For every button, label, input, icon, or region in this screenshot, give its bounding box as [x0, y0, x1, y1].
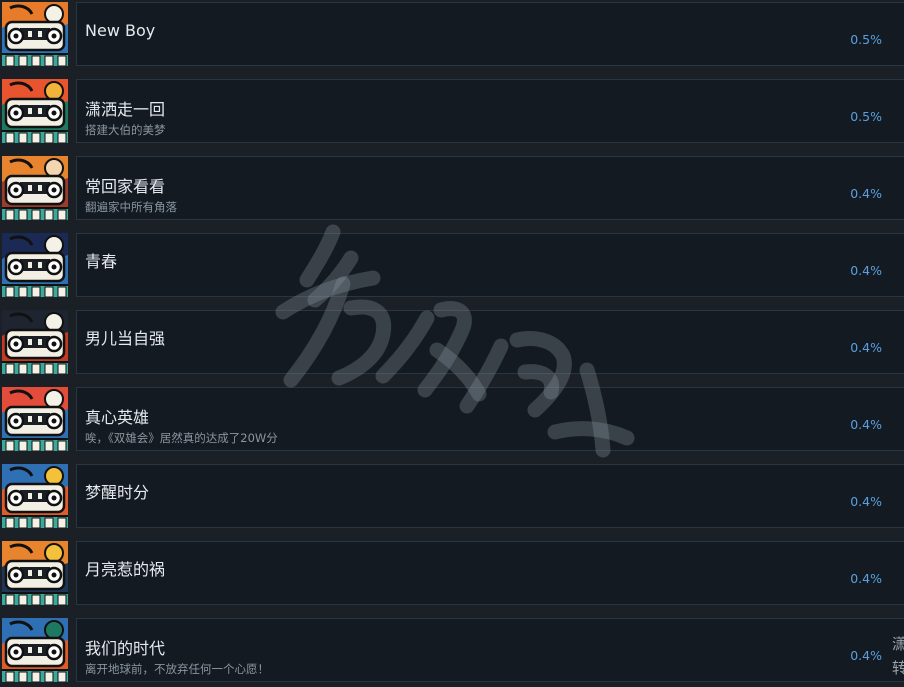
achievement-title: 常回家看看 [85, 177, 166, 196]
achievement-row[interactable]: 青春 0.4% [0, 233, 904, 297]
achievement-title: 梦醒时分 [85, 483, 150, 502]
achievement-title: 青春 [85, 252, 118, 271]
achievement-icon [2, 233, 68, 297]
achievement-card: 月亮惹的祸 0.4% [76, 541, 904, 605]
achievement-list: New Boy 0.5% 潇洒走一回 搭建大伯的美梦 0.5% 常回家看看 翻遍… [0, 0, 904, 687]
achievement-row[interactable]: 月亮惹的祸 0.4% [0, 541, 904, 605]
unlock-percentage: 0.4% [850, 186, 882, 201]
achievement-icon [2, 618, 68, 682]
unlock-percentage: 0.4% [850, 417, 882, 432]
achievement-card: 潇洒走一回 搭建大伯的美梦 0.5% [76, 79, 904, 143]
achievement-title: New Boy [85, 21, 156, 40]
achievement-description: 离开地球前，不放弃任何一个心愿！ [85, 662, 269, 676]
achievement-card: New Boy 0.5% [76, 2, 904, 66]
achievement-title: 男儿当自强 [85, 329, 166, 348]
achievement-card: 梦醒时分 0.4% [76, 464, 904, 528]
achievement-row[interactable]: 梦醒时分 0.4% [0, 464, 904, 528]
achievement-title: 我们的时代 [85, 639, 166, 658]
achievement-row[interactable]: 潇洒走一回 搭建大伯的美梦 0.5% [0, 79, 904, 143]
achievement-card: 真心英雄 唉，《双雄会》居然真的达成了20W分 0.4% [76, 387, 904, 451]
achievement-icon [2, 541, 68, 605]
achievement-row[interactable]: 男儿当自强 0.4% [0, 310, 904, 374]
unlock-percentage: 0.4% [850, 494, 882, 509]
unlock-percentage: 0.4% [850, 648, 882, 663]
achievement-icon [2, 156, 68, 220]
achievement-icon [2, 2, 68, 66]
achievement-icon [2, 310, 68, 374]
achievement-card: 男儿当自强 0.4% [76, 310, 904, 374]
achievement-icon [2, 79, 68, 143]
unlock-percentage: 0.4% [850, 571, 882, 586]
achievement-row[interactable]: 我们的时代 离开地球前，不放弃任何一个心愿！ 0.4% [0, 618, 904, 682]
side-hint-text: 潇转 [892, 635, 904, 677]
unlock-percentage: 0.5% [850, 109, 882, 124]
achievement-description: 搭建大伯的美梦 [85, 123, 166, 137]
unlock-percentage: 0.4% [850, 263, 882, 278]
achievement-title: 月亮惹的祸 [85, 560, 166, 579]
achievement-title: 真心英雄 [85, 408, 150, 427]
achievement-card: 常回家看看 翻遍家中所有角落 0.4% [76, 156, 904, 220]
achievement-description: 唉，《双雄会》居然真的达成了20W分 [85, 431, 278, 445]
unlock-percentage: 0.5% [850, 32, 882, 47]
achievement-title: 潇洒走一回 [85, 100, 166, 119]
achievement-description: 翻遍家中所有角落 [85, 200, 177, 214]
achievement-icon [2, 387, 68, 451]
achievement-row[interactable]: 真心英雄 唉，《双雄会》居然真的达成了20W分 0.4% [0, 387, 904, 451]
unlock-percentage: 0.4% [850, 340, 882, 355]
achievement-card: 青春 0.4% [76, 233, 904, 297]
achievement-icon [2, 464, 68, 528]
achievement-card: 我们的时代 离开地球前，不放弃任何一个心愿！ 0.4% [76, 618, 904, 682]
achievement-row[interactable]: 常回家看看 翻遍家中所有角落 0.4% [0, 156, 904, 220]
achievement-row[interactable]: New Boy 0.5% [0, 2, 904, 66]
